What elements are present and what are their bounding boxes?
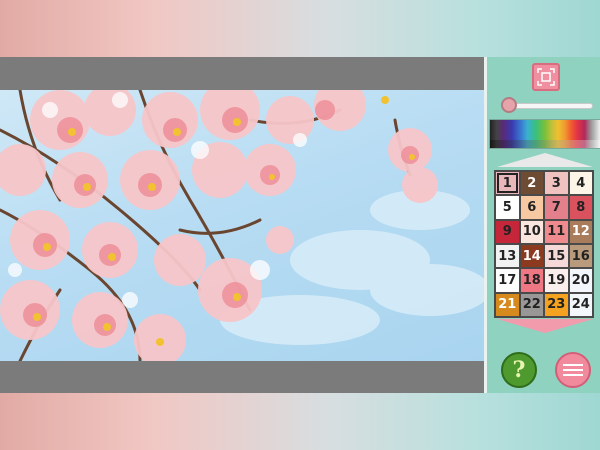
help-button[interactable]: ?	[501, 352, 537, 388]
palette-color-20[interactable]: 20	[569, 269, 592, 292]
menu-line	[563, 364, 583, 366]
palette-color-4[interactable]: 4	[569, 172, 592, 195]
palette-color-8[interactable]: 8	[569, 196, 592, 219]
palette-color-23[interactable]: 23	[545, 293, 568, 316]
palette-color-11[interactable]: 11	[545, 220, 568, 243]
menu-button[interactable]	[555, 352, 591, 388]
palette-scroll-down-arrow[interactable]	[497, 319, 593, 333]
palette-color-19[interactable]: 19	[545, 269, 568, 292]
palette-color-12[interactable]: 12	[569, 220, 592, 243]
palette-color-22[interactable]: 22	[520, 293, 543, 316]
color-spectrum[interactable]	[489, 119, 600, 149]
palette-color-6[interactable]: 6	[520, 196, 543, 219]
palette-color-9[interactable]: 9	[496, 220, 519, 243]
fit-screen-button[interactable]	[532, 63, 560, 91]
palette-color-3[interactable]: 3	[545, 172, 568, 195]
blossom-artwork[interactable]	[0, 90, 484, 361]
palette-color-24[interactable]: 24	[569, 293, 592, 316]
palette-color-21[interactable]: 21	[496, 293, 519, 316]
palette-color-2[interactable]: 2	[520, 172, 543, 195]
palette-color-7[interactable]: 7	[545, 196, 568, 219]
palette-color-1[interactable]: 1	[496, 172, 519, 195]
coloring-canvas[interactable]	[0, 90, 484, 361]
palette-color-14[interactable]: 14	[520, 245, 543, 268]
menu-line	[563, 369, 583, 371]
palette-color-16[interactable]: 16	[569, 245, 592, 268]
question-mark-icon: ?	[512, 357, 526, 383]
color-number-grid: 1 2 3 4 5 6 7 8 9 10 11 12 13 14 15 16 17 18 19 20 21 22 23 24	[494, 170, 594, 318]
palette-color-18[interactable]: 18	[520, 269, 543, 292]
menu-line	[563, 374, 583, 376]
fit-screen-icon	[537, 68, 555, 86]
palette-panel: 1 2 3 4 5 6 7 8 9 10 11 12 13 14 15 16 17 18 19 20 21 22 23 24 …	[484, 57, 600, 393]
blurred-backdrop-top	[0, 0, 600, 57]
palette-color-13[interactable]: 13	[496, 245, 519, 268]
blurred-backdrop-bottom	[0, 393, 600, 450]
palette-color-15[interactable]: 15	[545, 245, 568, 268]
palette-scroll-up-arrow[interactable]	[497, 153, 593, 167]
palette-color-10[interactable]: 10	[520, 220, 543, 243]
zoom-slider-knob[interactable]	[501, 97, 518, 113]
palette-color-17[interactable]: 17	[496, 269, 519, 292]
palette-color-5[interactable]: 5	[496, 196, 519, 219]
